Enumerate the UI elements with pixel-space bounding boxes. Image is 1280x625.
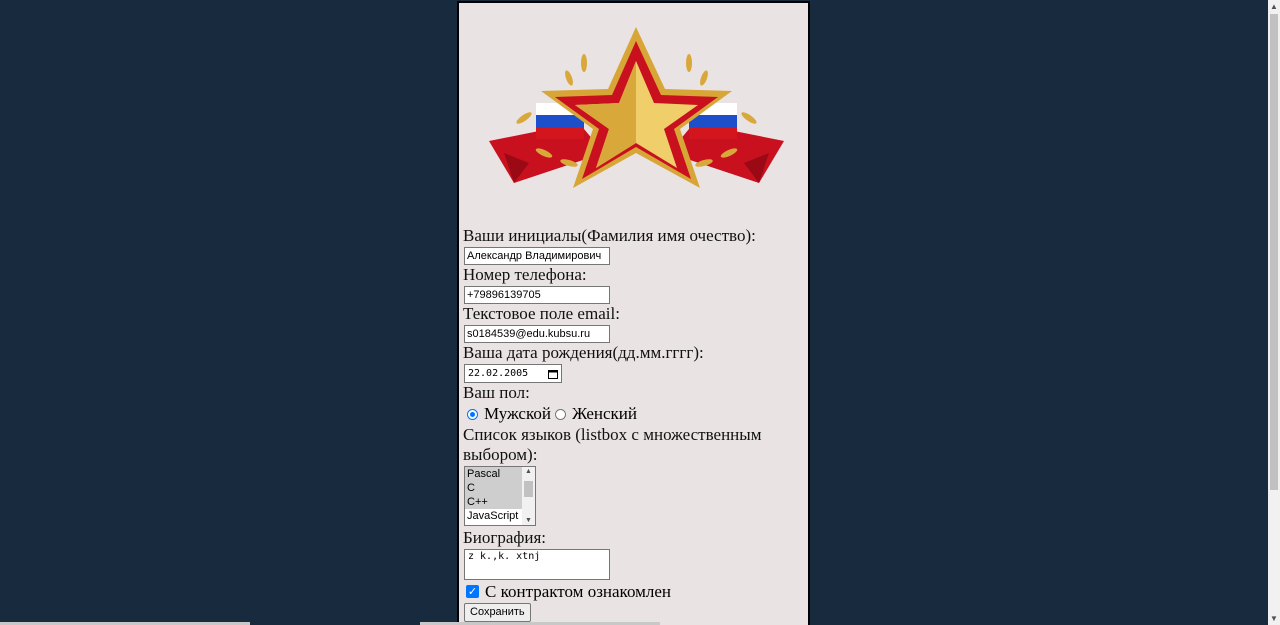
- registration-form: Ваши инициалы(Фамилия имя очество): Алек…: [463, 226, 803, 622]
- gender-label: Ваш пол:: [463, 383, 530, 402]
- scroll-down-icon[interactable]: ▼: [525, 517, 532, 524]
- fio-label: Ваши инициалы(Фамилия имя очество):: [463, 226, 756, 245]
- scroll-up-icon[interactable]: ▲: [1270, 2, 1278, 11]
- phone-input[interactable]: +79896139705: [464, 286, 610, 304]
- scroll-thumb[interactable]: [524, 481, 533, 497]
- contract-checkbox[interactable]: ✓: [466, 585, 479, 598]
- gender-female-label: Женский: [571, 404, 637, 423]
- phone-label: Номер телефона:: [463, 265, 587, 284]
- birth-date-value: 22.02.2005: [468, 368, 529, 379]
- star-emblem-image: [489, 27, 784, 188]
- page-scrollbar[interactable]: ▲ ▼: [1268, 0, 1280, 625]
- birth-label: Ваша дата рождения(дд.мм.гггг):: [463, 343, 704, 362]
- gender-male-label: Мужской: [484, 404, 551, 423]
- gender-radio-group: Мужской Женский: [463, 403, 803, 425]
- email-input[interactable]: s0184539@edu.kubsu.ru: [464, 325, 610, 343]
- contract-label: С контрактом ознакомлен: [485, 581, 672, 601]
- languages-label: Список языков (listbox с множественным в…: [463, 425, 762, 464]
- gender-male-radio[interactable]: [467, 408, 478, 420]
- language-option[interactable]: JavaScript: [465, 509, 522, 523]
- email-label: Текстовое поле email:: [463, 304, 620, 323]
- fio-input[interactable]: Александр Владимирович: [464, 247, 610, 265]
- language-option[interactable]: C++: [465, 495, 522, 509]
- gender-female-radio[interactable]: [554, 408, 566, 420]
- bio-label: Биография:: [463, 528, 547, 547]
- birth-date-input[interactable]: 22.02.2005: [464, 364, 562, 383]
- contract-row: ✓ С контрактом ознакомлен: [463, 581, 803, 602]
- scroll-down-icon[interactable]: ▼: [1270, 614, 1278, 623]
- page-scroll-thumb[interactable]: [1270, 14, 1278, 490]
- language-option[interactable]: Pascal: [465, 467, 522, 481]
- form-panel: Ваши инициалы(Фамилия имя очество): Алек…: [457, 1, 810, 625]
- language-option[interactable]: C: [465, 481, 522, 495]
- bio-textarea[interactable]: z k.,k. xtnj: [464, 549, 610, 580]
- languages-listbox[interactable]: Pascal C C++ JavaScript ▲ ▼: [464, 466, 536, 526]
- save-button[interactable]: Сохранить: [464, 603, 531, 622]
- listbox-scrollbar[interactable]: ▲ ▼: [522, 467, 535, 525]
- calendar-icon[interactable]: [548, 369, 558, 379]
- scroll-up-icon[interactable]: ▲: [525, 468, 532, 475]
